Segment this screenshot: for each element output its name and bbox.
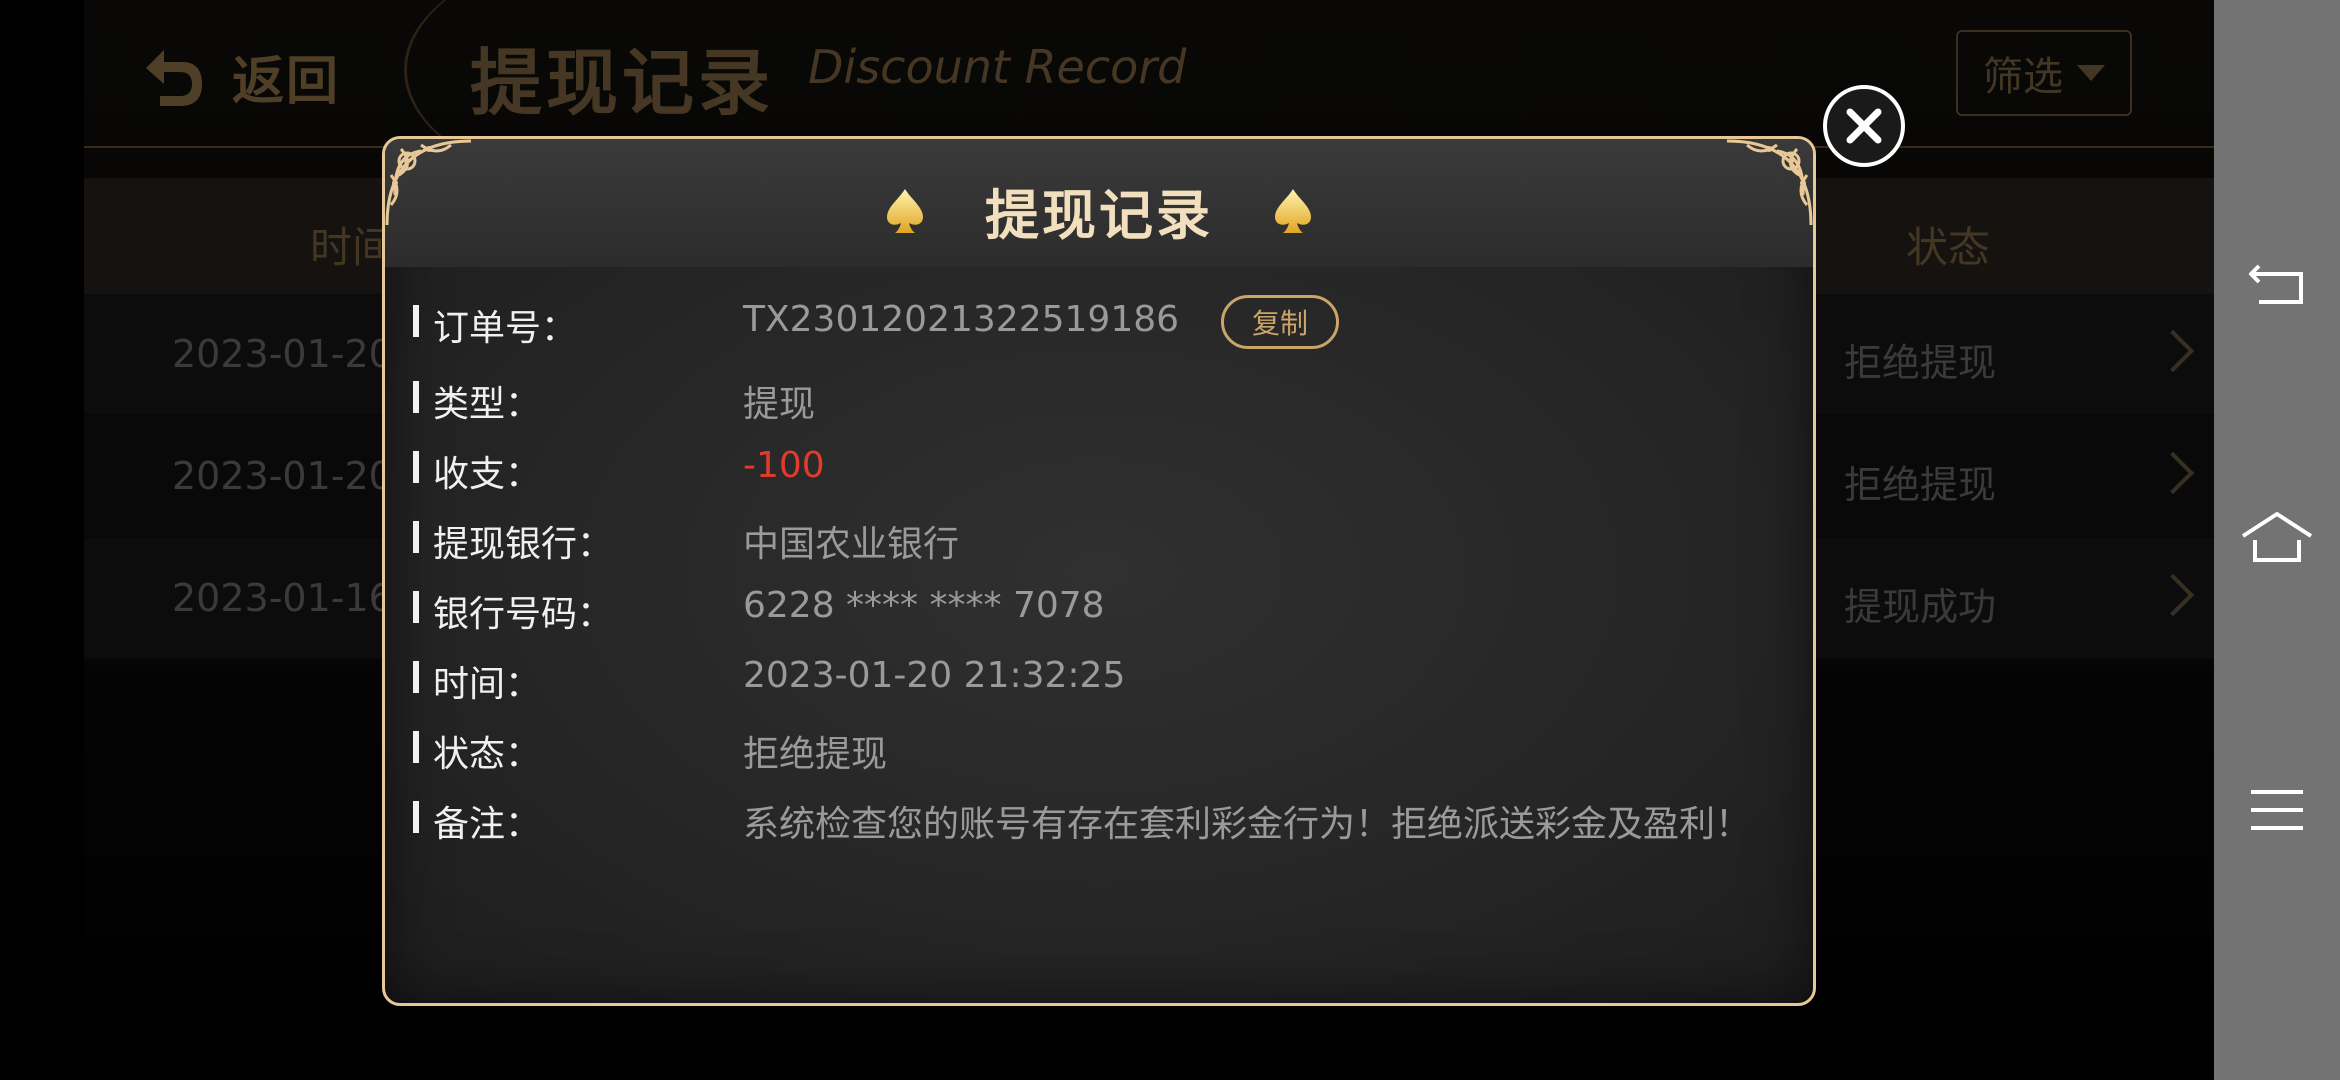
field-time: 时间： 2023-01-20 21:32:25 <box>413 651 1783 707</box>
field-marker <box>413 521 419 553</box>
field-remark: 备注： 系统检查您的账号有存在套利彩金行为！拒绝派送彩金及盈利！ <box>413 791 1783 847</box>
field-label: 订单号： <box>433 308 578 349</box>
record-detail-dialog: 提现记录 订单号： TX23012021322519186 复制 类型： 提现 … <box>382 136 1816 1006</box>
field-value: 2023-01-20 21:32:25 <box>743 655 1126 696</box>
back-icon[interactable] <box>2237 244 2317 324</box>
field-bank-number: 银行号码： 6228 **** **** 7078 <box>413 581 1783 637</box>
field-value: 提现 <box>743 384 816 425</box>
field-label: 银行号码： <box>433 594 614 635</box>
spade-icon <box>887 188 923 233</box>
field-label: 类型： <box>433 384 542 425</box>
field-value: -100 <box>743 445 825 486</box>
field-marker <box>413 801 419 833</box>
field-label: 时间： <box>433 664 542 705</box>
spade-icon <box>1275 188 1311 233</box>
field-label: 提现银行： <box>433 524 614 565</box>
field-type: 类型： 提现 <box>413 371 1783 427</box>
field-status: 状态： 拒绝提现 <box>413 721 1783 777</box>
field-value: TX23012021322519186 <box>743 299 1180 340</box>
dialog-title-row: 提现记录 <box>385 171 1813 250</box>
dialog-title: 提现记录 <box>985 184 1213 247</box>
field-marker <box>413 451 419 483</box>
copy-button[interactable]: 复制 <box>1221 295 1339 349</box>
field-marker <box>413 305 419 337</box>
field-value: 6228 **** **** 7078 <box>743 585 1105 626</box>
dialog-header: 提现记录 <box>385 139 1813 267</box>
field-order-number: 订单号： TX23012021322519186 <box>413 295 1783 351</box>
ornament-corner-icon <box>1726 139 1813 226</box>
field-label: 状态： <box>433 734 542 775</box>
field-label: 备注： <box>433 804 542 845</box>
system-navigation-bar <box>2214 0 2340 1080</box>
field-value: 拒绝提现 <box>743 734 888 775</box>
field-marker <box>413 731 419 763</box>
menu-icon[interactable] <box>2237 770 2317 850</box>
field-value: 中国农业银行 <box>743 524 960 565</box>
field-bank: 提现银行： 中国农业银行 <box>413 511 1783 567</box>
field-marker <box>413 381 419 413</box>
field-label: 收支： <box>433 454 542 495</box>
app-screen: 返回 提现记录 Discount Record 筛选 时间 状态 2023-01… <box>0 0 2214 1080</box>
field-marker <box>413 591 419 623</box>
home-icon[interactable] <box>2237 500 2317 580</box>
close-icon[interactable] <box>1822 84 1906 168</box>
ornament-corner-icon <box>385 139 472 226</box>
field-marker <box>413 661 419 693</box>
field-value: 系统检查您的账号有存在套利彩金行为！拒绝派送彩金及盈利！ <box>743 804 1752 845</box>
field-amount: 收支： -100 <box>413 441 1783 497</box>
